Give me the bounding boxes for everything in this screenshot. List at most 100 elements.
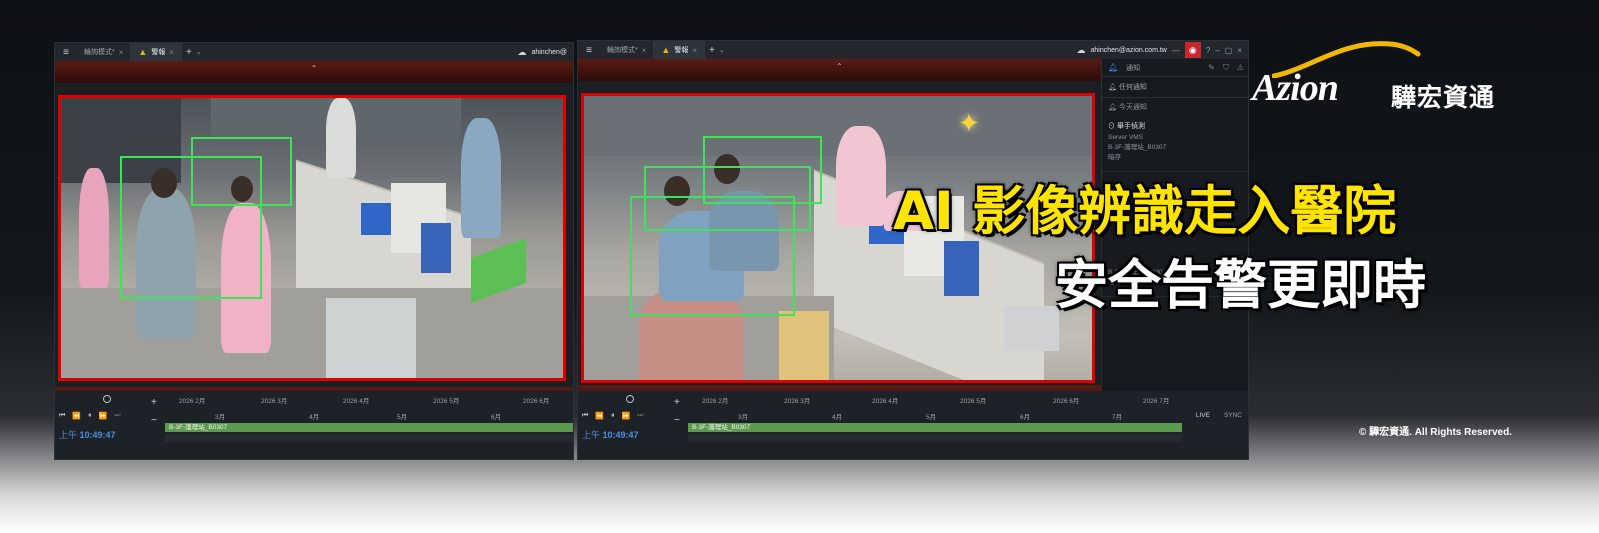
sparkle-icon: ✦ <box>958 108 980 138</box>
fast-forward-icon[interactable]: ⏩ <box>99 412 108 420</box>
pause-icon[interactable]: ⏸ <box>88 412 92 420</box>
rewind-icon[interactable]: ⏪ <box>72 412 81 420</box>
account-area[interactable]: ☁ ahinchen@ <box>517 47 573 58</box>
month-label: 2026 4月 <box>872 398 899 405</box>
alert-icon[interactable]: ⚠ <box>1237 63 1244 73</box>
zoom-in-button[interactable]: + <box>151 397 157 408</box>
current-time: 上午 10:49:47 <box>582 428 639 441</box>
month-label: 2026 5月 <box>433 398 460 405</box>
tab-alarm[interactable]: ▲ 警報 × <box>654 41 705 59</box>
tab-patrol-mode[interactable]: 輪詢模式* × <box>77 43 132 61</box>
chevron-down-icon[interactable]: ⌄ <box>196 48 202 56</box>
scene-cart <box>779 311 829 380</box>
chevron-up-icon[interactable]: ⌃ <box>836 62 843 71</box>
month-label: 2026 3月 <box>784 398 811 405</box>
add-tab-button[interactable]: + <box>705 45 719 56</box>
playback-controls: ⏮ ⏪ ⏸ ⏩ ⏭ <box>59 412 121 420</box>
vms-window-right: ≡ 輪詢模式* × ▲ 警報 × + ⌄ ☁ ahinchen@azion.co… <box>577 40 1249 460</box>
brand-logo: Azion 驊宏資通 <box>1252 38 1514 112</box>
account-email: ahinchen@azion.com.tw <box>1090 46 1167 54</box>
detection-box <box>630 196 795 316</box>
chevron-down-icon[interactable]: ⌄ <box>719 46 725 54</box>
close-icon[interactable]: × <box>169 48 174 57</box>
zoom-in-button[interactable]: + <box>674 397 680 408</box>
window-close-icon[interactable]: × <box>1237 46 1242 55</box>
bell-icon: 🔔︎ <box>1108 84 1117 91</box>
warning-icon: ▲ <box>138 47 148 57</box>
tab-label: 輪詢模式* <box>607 47 638 54</box>
cloud-icon: ☁ <box>1076 44 1086 55</box>
playhead-marker[interactable] <box>626 395 634 403</box>
account-email: ahinchen@ <box>531 48 567 56</box>
skip-forward-icon[interactable]: ⏭ <box>637 412 643 420</box>
edit-icon[interactable]: ✎ <box>1208 63 1215 73</box>
section-label: 🔔︎ 今天通知 <box>1102 98 1248 116</box>
scene-binders <box>944 241 979 296</box>
tab-alarm[interactable]: ▲ 警報 × <box>131 43 182 61</box>
month-label: 2026 6月 <box>523 398 550 405</box>
chevron-up-icon[interactable]: ⌃ <box>311 64 318 73</box>
tab-bar: ≡ 輪詢模式* × ▲ 警報 × + ⌄ ☁ ahinchen@ <box>55 43 573 61</box>
timeline-months-top: 2026 2月 2026 3月 2026 4月 2026 5月 2026 6月 … <box>688 395 1182 405</box>
skip-forward-icon[interactable]: ⏭ <box>114 412 120 420</box>
playhead-marker[interactable] <box>103 395 111 403</box>
month-label: 5月 <box>397 414 408 421</box>
month-label: 2026 4月 <box>343 398 370 405</box>
zoom-out-button[interactable]: − <box>151 415 157 426</box>
playback-controls: ⏮ ⏪ ⏸ ⏩ ⏭ <box>582 412 644 420</box>
rewind-icon[interactable]: ⏪ <box>595 412 604 420</box>
month-label: 2026 2月 <box>702 398 729 405</box>
tab-bar: ≡ 輪詢模式* × ▲ 警報 × + ⌄ ☁ ahinchen@azion.co… <box>578 41 1248 59</box>
notification-filter[interactable]: 🔔︎ 任何通知 <box>1102 77 1248 98</box>
track-label: B-3F-護理站_B0307 <box>692 424 751 431</box>
account-area[interactable]: ☁ ahinchen@azion.com.tw — ◉ ? – ▢ × <box>1076 42 1248 58</box>
menu-icon[interactable]: ≡ <box>55 47 77 58</box>
filter-label: 任何通知 <box>1118 84 1147 91</box>
bell-icon[interactable]: 🔔︎ <box>1108 63 1118 72</box>
pause-icon[interactable]: ⏸ <box>611 412 615 420</box>
zoom-out-button[interactable]: − <box>674 415 680 426</box>
warning-icon: ▲ <box>661 45 671 55</box>
scene-person-staff <box>326 98 356 178</box>
month-label: 2026 3月 <box>261 398 288 405</box>
timeline-months-top: 2026 2月 2026 3月 2026 4月 2026 5月 2026 6月 <box>165 395 567 405</box>
window-maximize-icon[interactable]: ▢ <box>1225 46 1233 55</box>
tab-label: 警報 <box>674 47 689 54</box>
recording-track[interactable]: B-3F-護理站_B0307 <box>688 423 1182 432</box>
tab-label: 警報 <box>151 49 166 56</box>
scene-cart <box>326 298 416 378</box>
help-icon[interactable]: ? <box>1206 46 1210 55</box>
menu-icon[interactable]: ≡ <box>578 45 600 56</box>
timeline-months-bottom: 3月 4月 5月 6月 <box>165 411 567 421</box>
sync-button[interactable]: SYNC <box>1224 412 1242 419</box>
minimize-icon[interactable]: — <box>1172 46 1180 55</box>
skip-back-icon[interactable]: ⏮ <box>59 412 65 420</box>
month-label: 2026 6月 <box>1053 398 1080 405</box>
month-label: 6月 <box>1020 414 1031 421</box>
live-button[interactable]: LIVE <box>1196 412 1210 419</box>
close-icon[interactable]: × <box>119 48 124 57</box>
close-icon[interactable]: × <box>642 46 647 55</box>
month-label: 3月 <box>215 414 226 421</box>
month-label: 7月 <box>1112 414 1123 421</box>
month-label: 6月 <box>491 414 502 421</box>
section-text: 今天通知 <box>1118 104 1147 111</box>
record-icon[interactable]: ◉ <box>1184 42 1201 58</box>
recording-track[interactable]: B-3F-護理站_B0307 <box>165 423 573 432</box>
fast-forward-icon[interactable]: ⏩ <box>622 412 631 420</box>
filter-icon[interactable]: ⛉ <box>1223 63 1229 73</box>
add-tab-button[interactable]: + <box>182 47 196 58</box>
skip-back-icon[interactable]: ⏮ <box>582 412 588 420</box>
detection-box <box>120 156 262 299</box>
camera-feed-left[interactable] <box>58 95 566 381</box>
notification-header: 🔔︎ 通知 ✎ ⛉ ⚠ <box>1102 59 1248 77</box>
tab-patrol-mode[interactable]: 輪詢模式* × <box>600 41 655 59</box>
scene-person-nurse <box>836 126 886 226</box>
notification-item[interactable]: 舉手偵測 Server VMS B-3F-護理站_B0307 暗存 <box>1102 116 1248 173</box>
time-prefix: 上午 <box>582 430 601 440</box>
month-label: 3月 <box>738 414 749 421</box>
close-icon[interactable]: × <box>692 46 697 55</box>
notification-item-server: Server VMS <box>1108 133 1144 141</box>
month-label: 2026 7月 <box>1143 398 1170 405</box>
window-minimize-icon[interactable]: – <box>1215 46 1219 55</box>
